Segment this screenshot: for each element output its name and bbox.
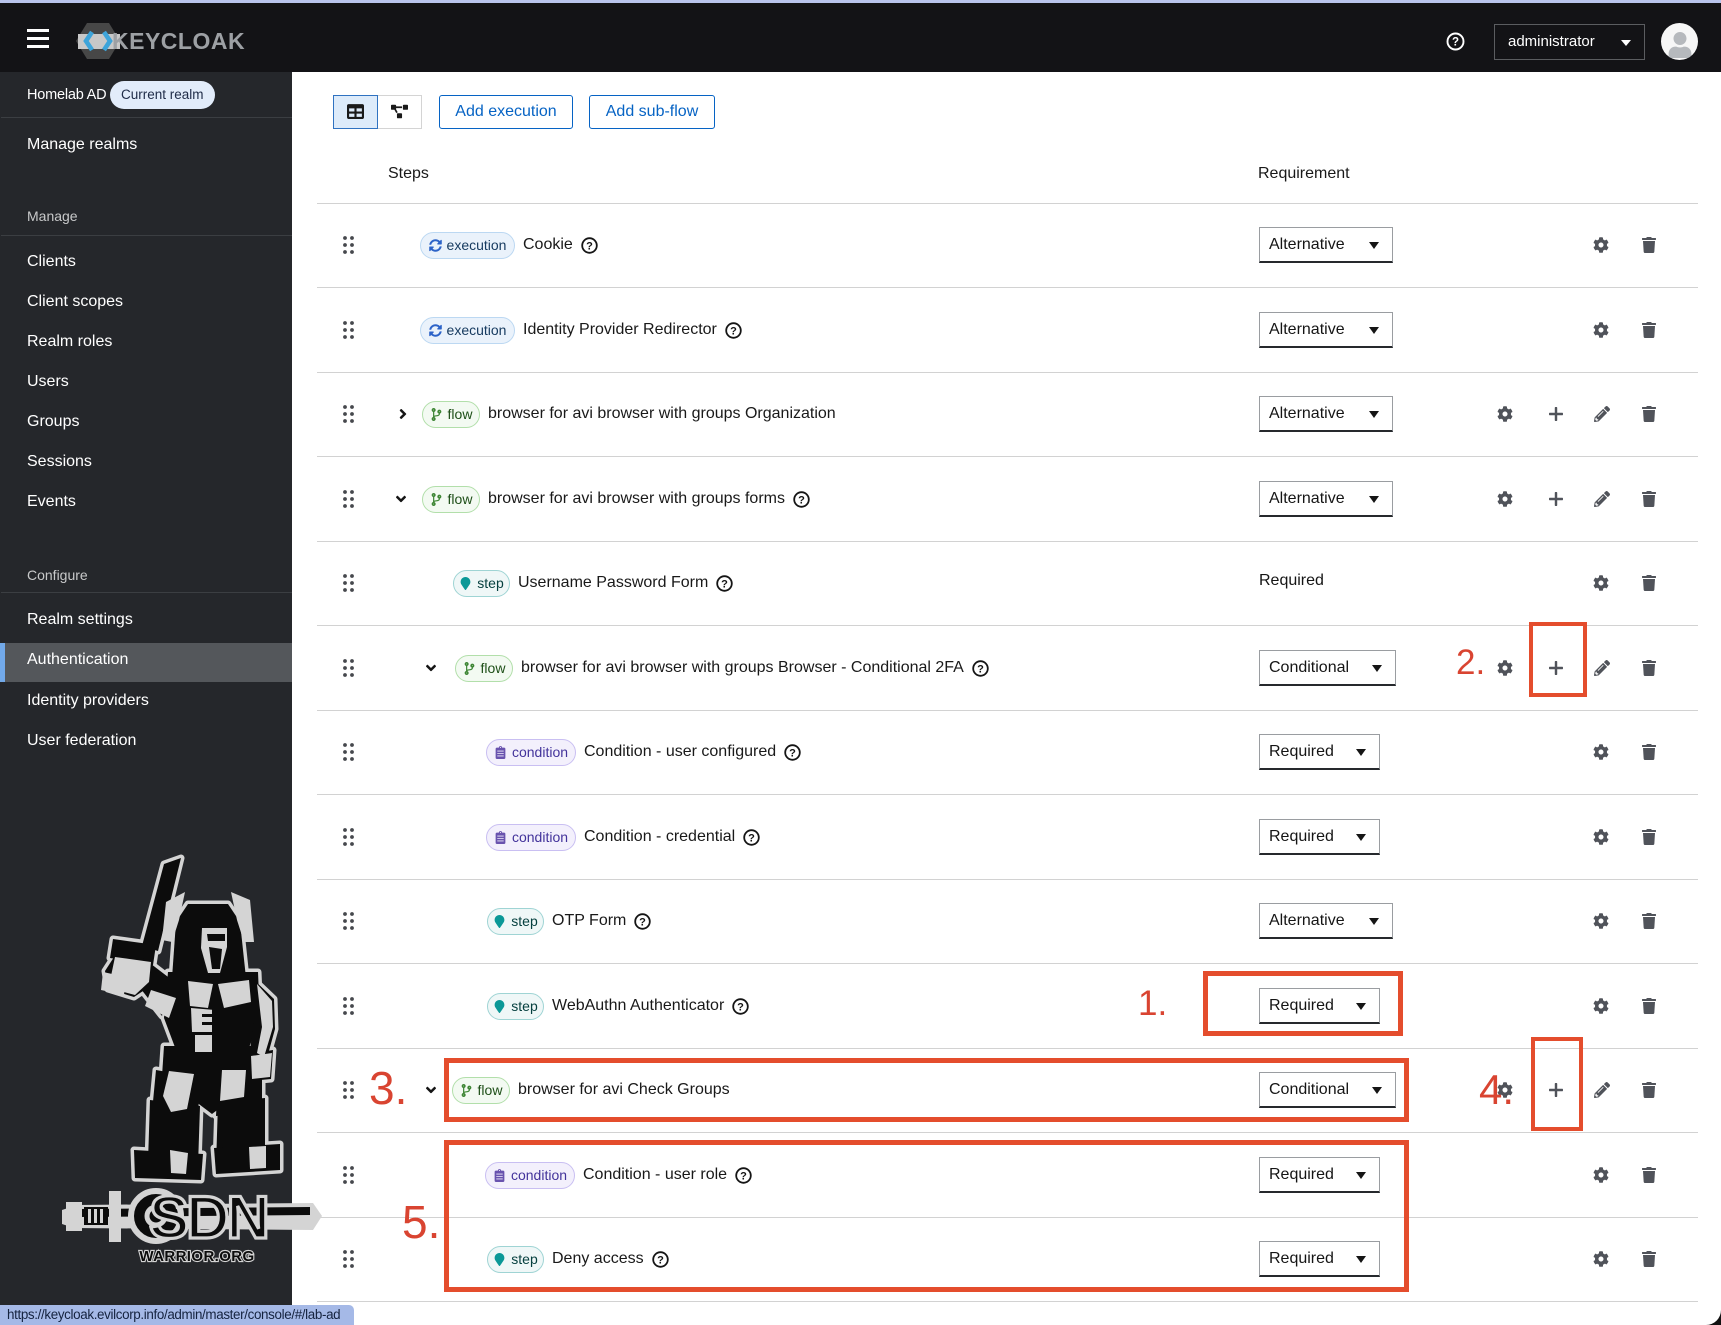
svg-text:?: ? <box>737 1001 744 1013</box>
svg-text:?: ? <box>586 240 593 252</box>
svg-text:WARRIOR.ORG: WARRIOR.ORG <box>139 1248 254 1265</box>
svg-text:?: ? <box>977 663 984 675</box>
svg-text:?: ? <box>730 325 737 337</box>
svg-text:?: ? <box>798 494 805 506</box>
svg-text:?: ? <box>789 747 796 759</box>
svg-text:?: ? <box>748 832 755 844</box>
svg-text:SDN: SDN <box>149 1184 267 1251</box>
svg-text:?: ? <box>640 916 647 928</box>
svg-text:?: ? <box>721 578 728 590</box>
svg-text:?: ? <box>1452 37 1459 49</box>
